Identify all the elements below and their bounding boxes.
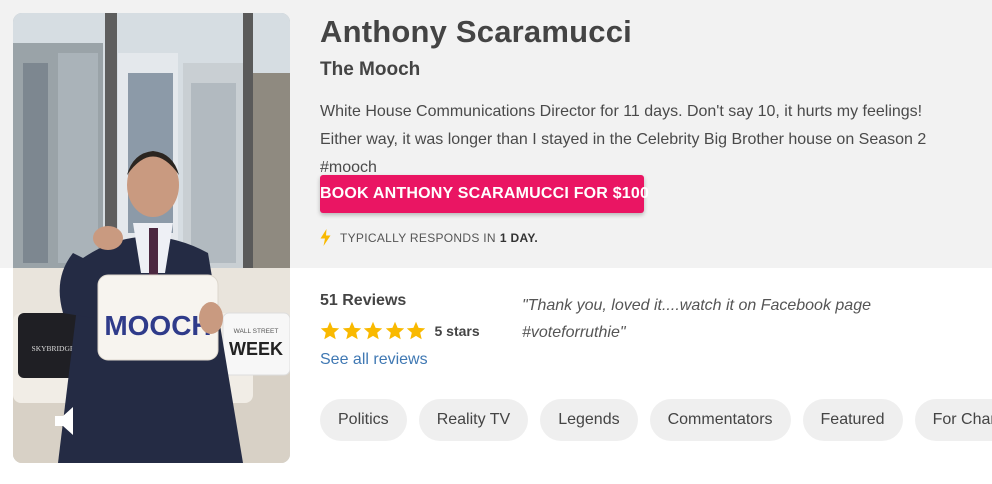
wsw-pillow-line2: WEEK (229, 339, 283, 359)
star-rating: 5 stars (320, 321, 480, 341)
skybridge-pillow-text: SKYBRIDGE (32, 344, 75, 353)
response-time-value: 1 DAY. (499, 230, 538, 245)
celebrity-nickname: The Mooch (320, 59, 421, 80)
tag-politics[interactable]: Politics (320, 399, 407, 441)
star-icon (342, 321, 361, 340)
book-button[interactable]: BOOK ANTHONY SCARAMUCCI FOR $100 (320, 175, 649, 213)
response-time-prefix: TYPICALLY RESPONDS IN (340, 230, 496, 245)
tag-featured[interactable]: Featured (802, 399, 903, 441)
star-icon (320, 321, 340, 340)
see-all-reviews-link[interactable]: See all reviews (320, 351, 428, 369)
speaker-icon[interactable] (53, 405, 79, 437)
celebrity-name: Anthony Scaramucci (320, 14, 632, 49)
profile-video[interactable]: SKYBRIDGE WALL STREET WEEK MOOCH (13, 13, 290, 463)
star-icon (363, 321, 383, 340)
tag-commentators[interactable]: Commentators (649, 399, 791, 441)
lightning-icon (320, 229, 331, 246)
star-icon (385, 321, 404, 340)
rating-label: 5 stars (434, 323, 480, 339)
celebrity-bio: White House Communications Director for … (320, 103, 927, 176)
tag-reality-tv[interactable]: Reality TV (418, 399, 529, 441)
mooch-pillow-text: MOOCH (104, 310, 211, 341)
video-frame: SKYBRIDGE WALL STREET WEEK MOOCH (13, 13, 290, 463)
category-tags: Politics Reality TV Legends Commentators… (320, 399, 992, 441)
star-icon (406, 321, 426, 340)
tag-legends[interactable]: Legends (540, 399, 638, 441)
reviews-count: 51 Reviews (320, 292, 407, 309)
review-quote: "Thank you, loved it....watch it on Face… (522, 297, 871, 341)
wsw-pillow-line1: WALL STREET (234, 328, 279, 335)
tag-for-charity[interactable]: For Charity (914, 399, 992, 441)
response-time: TYPICALLY RESPONDS IN 1 DAY. (320, 229, 538, 246)
